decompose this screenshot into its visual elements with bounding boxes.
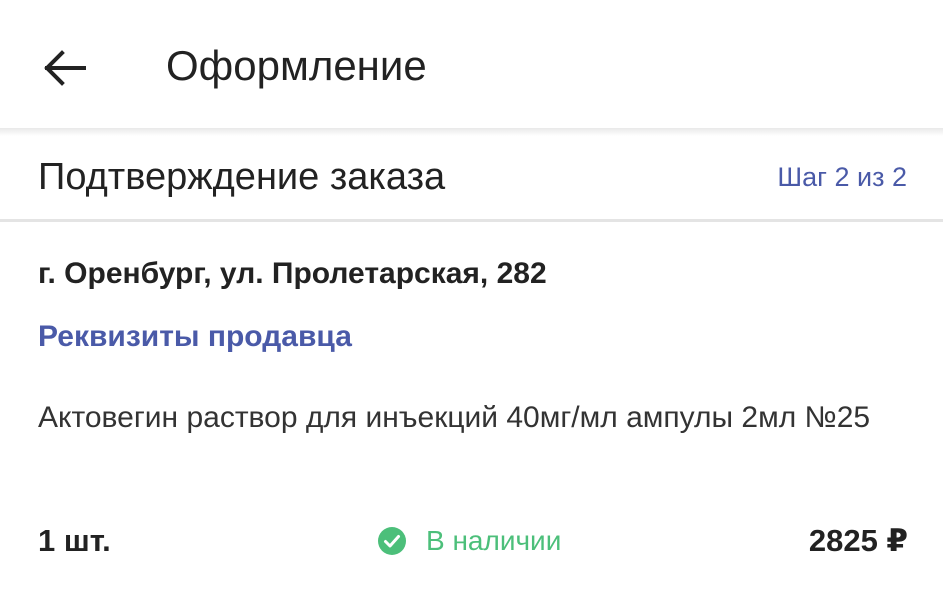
step-counter: Шаг 2 из 2: [777, 162, 907, 192]
product-name: Актовегин раствор для инъекций 40мг/мл а…: [38, 401, 871, 434]
check-circle-icon: [378, 527, 406, 555]
app-bar: Оформление: [0, 0, 943, 128]
step-title: Подтверждение заказа: [38, 156, 446, 198]
quantity: 1 шт.: [38, 523, 111, 558]
order-item-row: 1 шт. В наличии 2825 ₽: [38, 520, 908, 564]
app-bar-shadow: [0, 128, 943, 136]
step-header: Подтверждение заказа Шаг 2 из 2: [0, 136, 943, 220]
divider: [0, 219, 943, 222]
pickup-address: г. Оренбург, ул. Пролетарская, 282: [38, 257, 547, 290]
arrow-left-icon: [44, 50, 86, 86]
seller-details-link[interactable]: Реквизиты продавца: [38, 317, 352, 357]
stock-status-label: В наличии: [426, 525, 562, 556]
back-button[interactable]: [36, 40, 92, 96]
price: 2825 ₽: [808, 523, 908, 558]
stock-status: В наличии: [378, 520, 561, 562]
checkout-page: Оформление Подтверждение заказа Шаг 2 из…: [0, 0, 943, 600]
page-title: Оформление: [166, 42, 427, 89]
